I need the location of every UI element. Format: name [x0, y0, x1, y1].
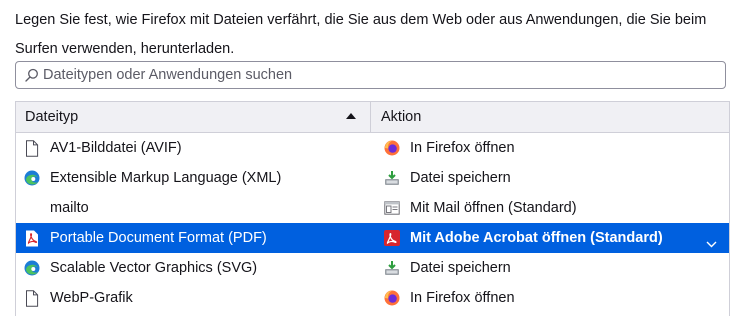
description-text: Legen Sie fest, wie Firefox mit Dateien … [15, 12, 707, 57]
save-file-icon [383, 259, 401, 277]
file-type-label: WebP-Grafik [50, 290, 133, 306]
file-type-cell: Portable Document Format (PDF) [16, 229, 372, 247]
save-file-icon [383, 169, 401, 187]
action-cell[interactable]: Mit Mail öffnen (Standard) [372, 199, 729, 217]
file-type-cell: Extensible Markup Language (XML) [16, 169, 372, 187]
file-type-cell: mailto [16, 199, 372, 217]
action-label: Mit Mail öffnen (Standard) [410, 200, 577, 216]
action-cell[interactable]: In Firefox öffnen [372, 289, 729, 307]
action-label: Datei speichern [410, 260, 511, 276]
file-types-table: Dateityp Aktion AV1-Bilddatei (AVIF) In … [15, 101, 730, 316]
table-row[interactable]: mailto Mit Mail öffnen (Standard) [16, 193, 729, 223]
action-cell[interactable]: In Firefox öffnen [372, 139, 729, 157]
table-row[interactable]: WebP-Grafik In Firefox öffnen [16, 283, 729, 313]
file-type-label: mailto [50, 200, 89, 216]
table-row[interactable]: AV1-Bilddatei (AVIF) In Firefox öffnen [16, 133, 729, 163]
action-cell[interactable]: Datei speichern [372, 169, 729, 187]
acrobat-icon [383, 229, 401, 247]
column-header-action-label: Aktion [381, 109, 422, 125]
action-label: In Firefox öffnen [410, 290, 515, 306]
file-type-label: Portable Document Format (PDF) [50, 230, 267, 246]
search-input[interactable] [43, 67, 693, 83]
file-type-cell: AV1-Bilddatei (AVIF) [16, 139, 372, 157]
file-type-label: Scalable Vector Graphics (SVG) [50, 260, 258, 276]
pdf-icon [23, 229, 41, 247]
mail-app-icon [383, 199, 401, 217]
search-box[interactable] [15, 61, 726, 89]
action-label: Datei speichern [410, 170, 511, 186]
sort-ascending-icon [346, 113, 356, 119]
blank-icon [23, 199, 41, 217]
table-row[interactable]: Extensible Markup Language (XML) Datei s… [16, 163, 729, 193]
chevron-down-icon[interactable] [706, 229, 717, 259]
edge-icon [23, 169, 41, 187]
action-cell[interactable]: Datei speichern [372, 259, 729, 277]
file-type-cell: WebP-Grafik [16, 289, 372, 307]
file-type-label: Extensible Markup Language (XML) [50, 170, 282, 186]
firefox-icon [383, 289, 401, 307]
action-label: Mit Adobe Acrobat öffnen (Standard) [410, 230, 663, 246]
table-header: Dateityp Aktion [16, 102, 729, 133]
file-type-label: AV1-Bilddatei (AVIF) [50, 140, 182, 156]
edge-icon [23, 259, 41, 277]
generic-file-icon [23, 139, 41, 157]
column-header-type-label: Dateityp [25, 109, 79, 125]
action-dropdown[interactable]: Mit Adobe Acrobat öffnen (Standard) [372, 229, 729, 247]
table-row[interactable]: Scalable Vector Graphics (SVG) Datei spe… [16, 253, 729, 283]
action-label: In Firefox öffnen [410, 140, 515, 156]
generic-file-icon [23, 289, 41, 307]
search-icon [25, 68, 38, 82]
table-row-selected[interactable]: Portable Document Format (PDF) Mit Adobe… [16, 223, 729, 253]
column-header-action[interactable]: Aktion [371, 102, 421, 132]
firefox-icon [383, 139, 401, 157]
file-type-cell: Scalable Vector Graphics (SVG) [16, 259, 372, 277]
column-header-type[interactable]: Dateityp [16, 102, 371, 132]
